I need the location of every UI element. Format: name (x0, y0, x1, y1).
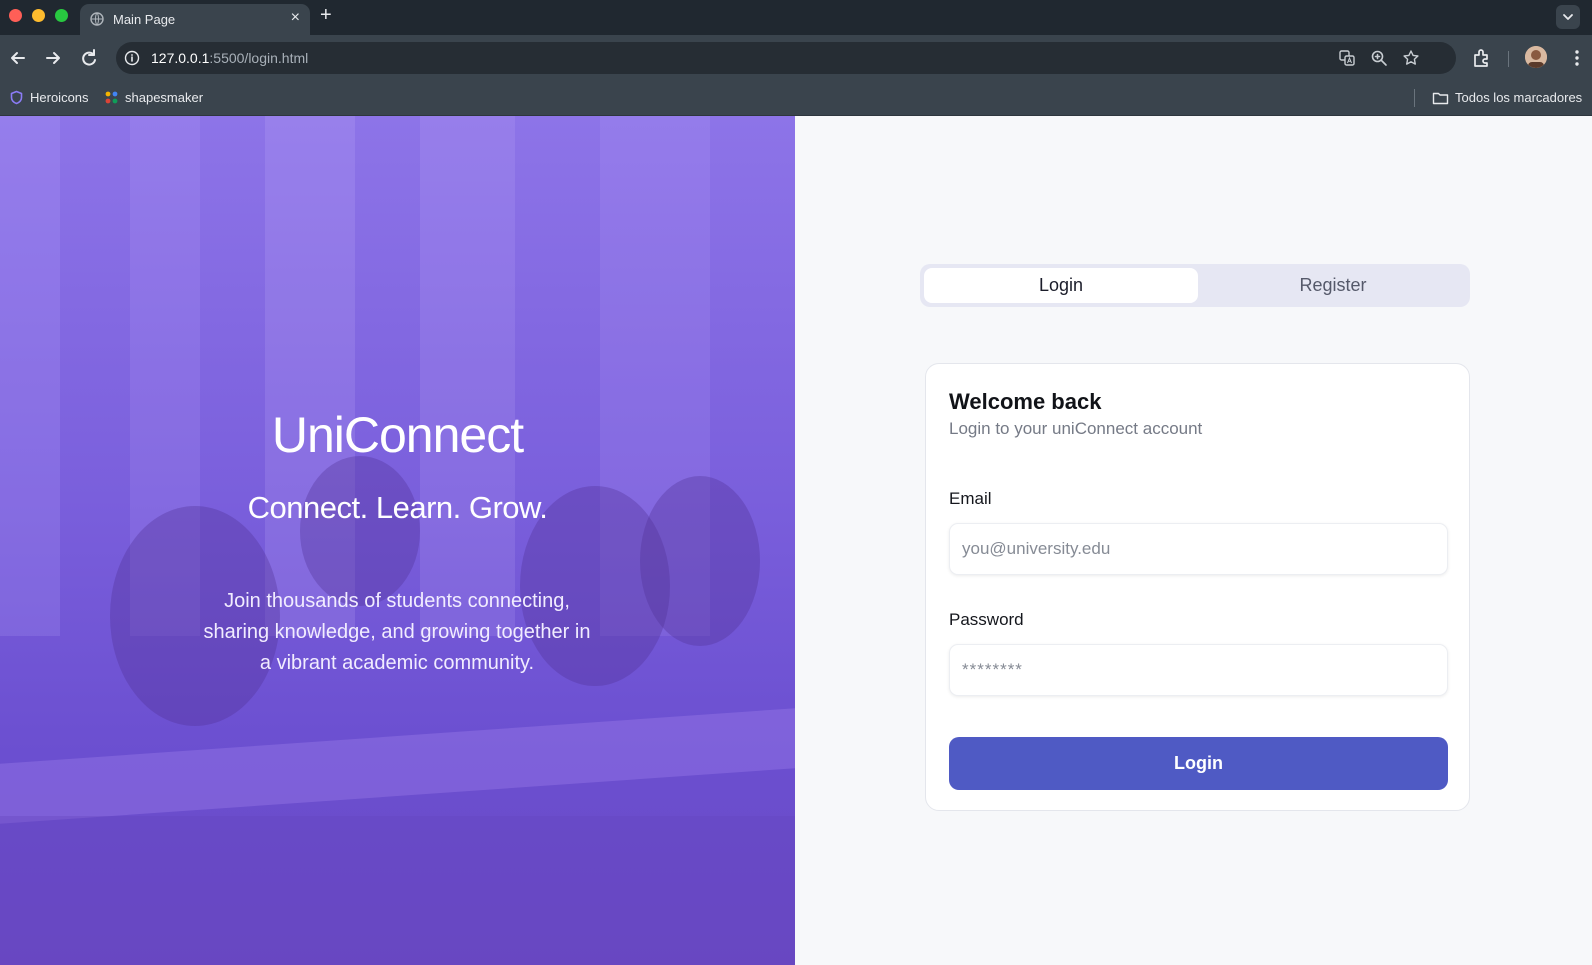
hero-panel: UniConnect Connect. Learn. Grow. Join th… (0, 116, 795, 965)
close-window-button[interactable] (9, 9, 22, 22)
browser-titlebar: Main Page × + (0, 0, 1592, 35)
shield-icon (10, 90, 23, 105)
reload-button[interactable] (78, 47, 100, 69)
hero-description: Join thousands of students connecting, s… (203, 590, 591, 674)
all-bookmarks-button[interactable]: Todos los marcadores (1432, 90, 1582, 105)
profile-avatar[interactable] (1525, 46, 1547, 68)
back-button[interactable] (7, 47, 29, 69)
email-field[interactable]: you@university.edu (949, 523, 1448, 575)
toolbar-divider (1508, 51, 1509, 67)
chevron-down-icon (1563, 14, 1573, 20)
bookmark-label: Heroicons (30, 90, 89, 105)
reload-icon (82, 49, 96, 66)
zoom-icon[interactable] (1370, 49, 1388, 67)
arrow-left-icon (11, 52, 25, 64)
login-button[interactable]: Login (949, 737, 1448, 790)
more-vertical-icon[interactable] (1566, 47, 1588, 69)
hero-slogan: Connect. Learn. Grow. (247, 490, 548, 525)
arrow-right-icon (46, 52, 60, 64)
tab-register[interactable]: Register (1196, 268, 1470, 303)
translate-icon[interactable] (1338, 49, 1356, 67)
brand-title: UniConnect (271, 407, 524, 463)
page-viewport: UniConnect Connect. Learn. Grow. Join th… (0, 116, 1592, 965)
url-path: :5500/login.html (209, 50, 309, 66)
all-bookmarks-label: Todos los marcadores (1455, 90, 1583, 105)
maximize-window-button[interactable] (55, 9, 68, 22)
login-card: Welcome back Login to your uniConnect ac… (925, 363, 1470, 811)
extensions-icon[interactable] (1471, 47, 1493, 69)
url-host: 127.0.0.1 (151, 50, 210, 66)
bookmark-heroicons[interactable]: Heroicons (9, 90, 89, 105)
card-subtitle: Login to your uniConnect account (949, 419, 1203, 438)
tab-title: Main Page (113, 12, 176, 27)
password-field[interactable]: ******** (949, 644, 1448, 696)
email-label: Email (949, 489, 992, 508)
bookmark-shapesmaker[interactable]: shapesmaker (104, 90, 203, 105)
bookmarks-divider (1414, 89, 1415, 107)
star-icon[interactable] (1402, 49, 1420, 67)
person-icon (1525, 46, 1547, 68)
card-title: Welcome back (949, 389, 1102, 414)
tab-login[interactable]: Login (924, 268, 1198, 303)
browser-toolbar: 127.0.0.1:5500/login.html (0, 35, 1592, 81)
folder-icon (1432, 92, 1449, 104)
bookmark-label: shapesmaker (125, 90, 204, 105)
url-text[interactable]: 127.0.0.1:5500/login.html (151, 50, 308, 66)
minimize-window-button[interactable] (32, 9, 45, 22)
globe-icon (90, 12, 104, 26)
browser-tab[interactable]: Main Page × (80, 4, 310, 35)
bookmarks-bar: Heroicons shapesmaker Todos los marcador… (0, 81, 1592, 116)
tab-search-button[interactable] (1556, 5, 1580, 29)
password-label: Password (949, 610, 1024, 629)
auth-tabs: Login Register (920, 264, 1470, 307)
site-info-icon[interactable] (124, 50, 140, 66)
forward-button[interactable] (42, 47, 64, 69)
hero-content: UniConnect Connect. Learn. Grow. Join th… (0, 116, 795, 965)
dots-icon (105, 91, 118, 104)
new-tab-button[interactable]: + (320, 5, 332, 25)
close-tab-icon[interactable]: × (291, 10, 300, 26)
address-bar[interactable]: 127.0.0.1:5500/login.html (116, 42, 1456, 74)
